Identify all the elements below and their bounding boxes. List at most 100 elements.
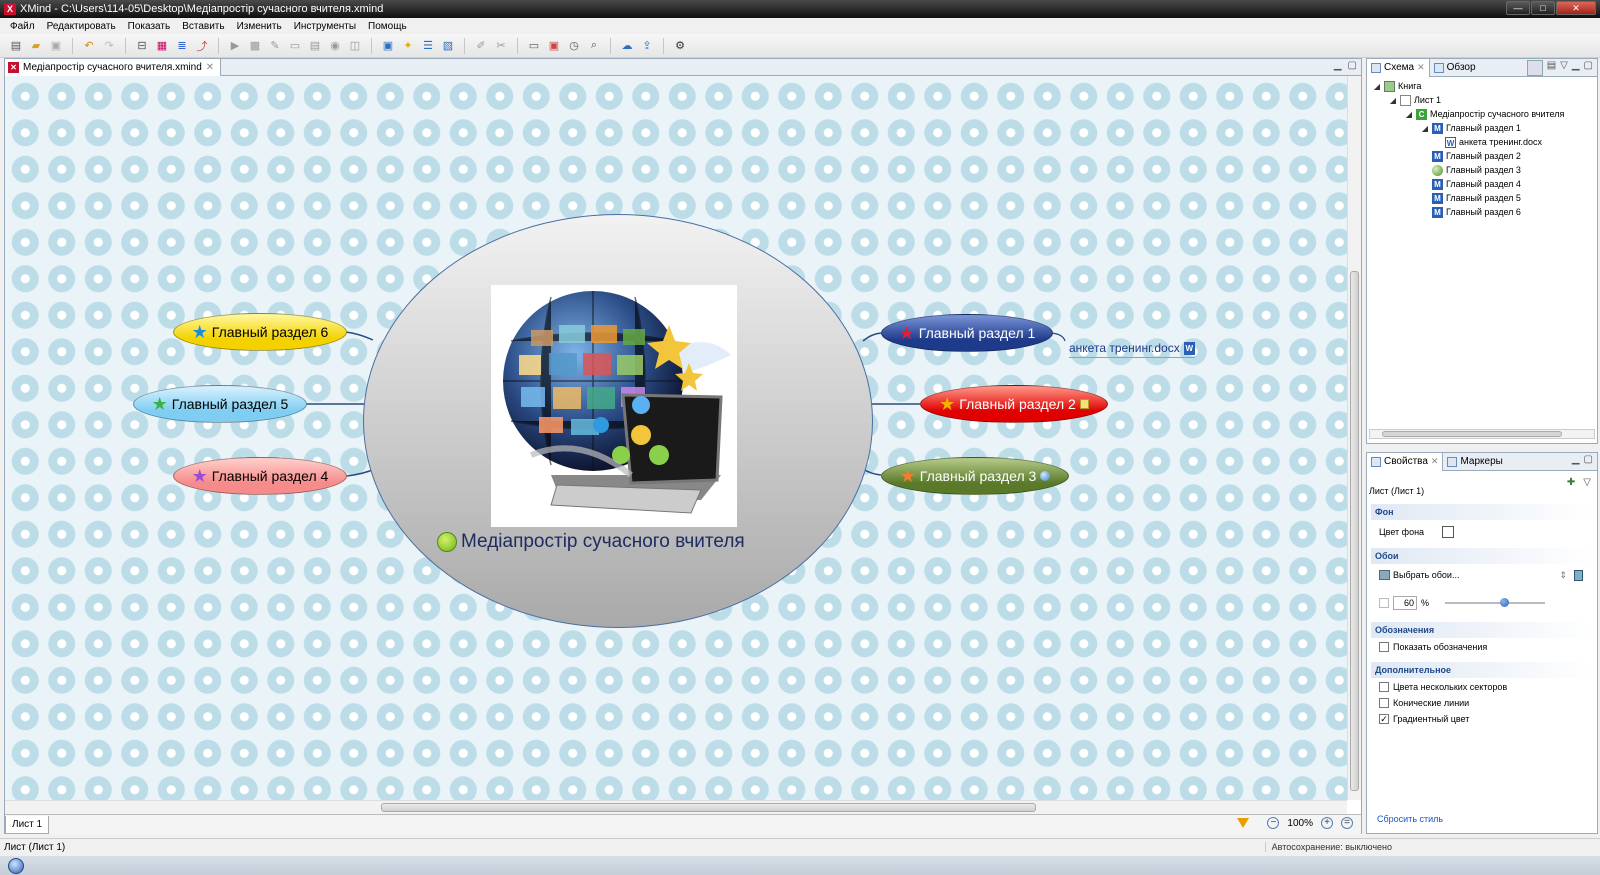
zoom-fit-button[interactable]: = — [1341, 817, 1353, 829]
expand-arrow-icon[interactable]: ◢ — [1405, 110, 1413, 119]
maximize-view-icon[interactable]: ▢ — [1584, 60, 1593, 76]
tree-item-workbook[interactable]: ◢ Книга — [1371, 79, 1597, 93]
multi-sector-colors-checkbox[interactable] — [1379, 682, 1389, 692]
minimize-button[interactable]: — — [1506, 1, 1530, 15]
scroll-thumb[interactable] — [381, 803, 1036, 812]
label-icon[interactable]: ▤ — [307, 38, 323, 54]
subtopic-icon[interactable]: ▦ — [154, 38, 170, 54]
menu-help[interactable]: Помощь — [362, 21, 413, 32]
tree-item-topic[interactable]: M Главный раздел 2 — [1371, 149, 1597, 163]
background-color-picker[interactable] — [1442, 526, 1455, 538]
tree-item-topic[interactable]: M Главный раздел 4 — [1371, 177, 1597, 191]
view-menu-icon[interactable]: ▽ — [1560, 60, 1568, 76]
horizontal-scrollbar[interactable] — [5, 800, 1347, 814]
tab-overview[interactable]: Обзор — [1430, 59, 1480, 77]
topic-main-6[interactable]: ★ Главный раздел 6 — [173, 313, 347, 351]
show-legend-row[interactable]: Показать обозначения — [1379, 642, 1487, 652]
maximize-view-icon[interactable]: ▢ — [1348, 60, 1357, 71]
list-view-icon[interactable]: ▤ — [1547, 60, 1556, 76]
gradient-color-checkbox[interactable]: ✓ — [1379, 714, 1389, 724]
minimize-view-icon[interactable]: ▁ — [1572, 60, 1580, 76]
maximize-button[interactable]: □ — [1531, 1, 1555, 15]
maximize-view-icon[interactable]: ▢ — [1584, 454, 1593, 465]
topic-main-3[interactable]: ★ Главный раздел 3 — [881, 457, 1069, 495]
close-icon[interactable]: ✕ — [1431, 456, 1439, 467]
opacity-slider[interactable] — [1445, 598, 1546, 607]
layout-icon[interactable]: ✦ — [400, 38, 416, 54]
outline-horizontal-scrollbar[interactable] — [1369, 429, 1595, 439]
attachment-icon[interactable]: ✎ — [267, 38, 283, 54]
tab-properties[interactable]: Свойства ✕ — [1367, 452, 1444, 471]
section-advanced[interactable]: Дополнительное — [1371, 662, 1593, 678]
multi-sector-row[interactable]: Цвета нескольких секторов — [1379, 682, 1507, 692]
section-legend[interactable]: Обозначения — [1371, 622, 1593, 638]
tapered-lines-row[interactable]: Конические линии — [1379, 698, 1469, 708]
tab-markers[interactable]: Маркеры — [1443, 453, 1506, 471]
search-icon[interactable]: ⌕ — [586, 38, 602, 54]
scroll-thumb[interactable] — [1382, 431, 1562, 437]
gantt-icon[interactable]: ☰ — [420, 38, 436, 54]
minimize-view-icon[interactable]: ▁ — [1334, 60, 1342, 71]
map-canvas[interactable]: Медіапростір сучасного вчителя ★ Главный… — [5, 76, 1347, 800]
opacity-input[interactable]: 60 — [1393, 596, 1417, 610]
zoom-out-button[interactable]: − — [1267, 817, 1280, 829]
tree-item-topic[interactable]: Главный раздел 3 — [1371, 163, 1597, 177]
show-legend-checkbox[interactable] — [1379, 642, 1389, 652]
menu-file[interactable]: Файл — [4, 21, 41, 32]
trash-icon[interactable] — [1574, 569, 1583, 581]
start-button-icon[interactable] — [8, 858, 24, 874]
filter-icon[interactable] — [1237, 818, 1250, 828]
tree-item-topic[interactable]: M Главный раздел 5 — [1371, 191, 1597, 205]
format-icon[interactable]: ✐ — [473, 38, 489, 54]
section-background[interactable]: Фон — [1371, 504, 1593, 520]
save-icon[interactable]: ▣ — [48, 38, 64, 54]
zoom-in-button[interactable]: + — [1321, 817, 1333, 829]
clock-icon[interactable]: ▣ — [546, 38, 562, 54]
topic-main-5[interactable]: ★ Главный раздел 5 — [133, 385, 307, 423]
topic-main-2[interactable]: ★ Главный раздел 2 — [920, 385, 1108, 423]
image-icon[interactable]: ▩ — [247, 38, 263, 54]
cloud-upload-icon[interactable]: ☁ — [619, 38, 635, 54]
expand-arrow-icon[interactable]: ◢ — [1389, 96, 1397, 105]
topic-main-1[interactable]: ★ Главный раздел 1 — [881, 314, 1053, 352]
share-icon[interactable]: ⇪ — [639, 38, 655, 54]
tree-item-sheet[interactable]: ◢ Лист 1 — [1371, 93, 1597, 107]
tree-view-button[interactable] — [1526, 60, 1543, 76]
vertical-scrollbar[interactable] — [1347, 76, 1361, 800]
zoom-fit-icon[interactable]: ◷ — [566, 38, 582, 54]
map-view-icon[interactable]: ▭ — [526, 38, 542, 54]
close-button[interactable]: ✕ — [1556, 1, 1596, 15]
menu-insert[interactable]: Вставить — [176, 21, 230, 32]
menu-view[interactable]: Показать — [122, 21, 177, 32]
sheet-tab[interactable]: Лист 1 — [5, 815, 50, 834]
editor-tab[interactable]: ✕ Медіапростір сучасного вчителя.xmind ✕ — [5, 59, 222, 76]
insert-topic-icon[interactable]: ⊟ — [134, 38, 150, 54]
menu-tools[interactable]: Инструменты — [288, 21, 362, 32]
open-folder-icon[interactable]: ▰ — [28, 38, 44, 54]
section-wallpaper[interactable]: Обои — [1371, 548, 1593, 564]
reset-style-link[interactable]: Сбросить стиль — [1377, 814, 1443, 824]
scroll-thumb[interactable] — [1350, 271, 1359, 791]
tree-item-topic[interactable]: ◢ M Главный раздел 1 — [1371, 121, 1597, 135]
relationship-icon[interactable]: ≣ — [174, 38, 190, 54]
settings-gear-icon[interactable]: ⚙ — [672, 38, 688, 54]
menu-edit[interactable]: Редактировать — [41, 21, 122, 32]
choose-wallpaper-button[interactable]: Выбрать обои... — [1379, 570, 1459, 580]
tab-outline[interactable]: Схема ✕ — [1367, 58, 1430, 77]
close-icon[interactable]: ✕ — [1417, 62, 1425, 73]
brush-icon[interactable]: ▧ — [440, 38, 456, 54]
outline-view-icon[interactable]: ✂ — [493, 38, 509, 54]
boundary-icon[interactable]: ⤴ — [194, 38, 210, 54]
tapered-lines-checkbox[interactable] — [1379, 698, 1389, 708]
gradient-color-row[interactable]: ✓ Градиентный цвет — [1379, 714, 1469, 724]
minimize-view-icon[interactable]: ▁ — [1572, 454, 1580, 465]
menu-modify[interactable]: Изменить — [231, 21, 288, 32]
new-file-icon[interactable]: ▤ — [8, 38, 24, 54]
tree-item-attachment[interactable]: W анкета тренинг.docx — [1371, 135, 1597, 149]
opacity-slider-knob[interactable] — [1500, 598, 1510, 607]
redo-icon[interactable]: ↷ — [101, 38, 117, 54]
central-topic-title[interactable]: Медіапростір сучасного вчителя — [437, 531, 817, 553]
expand-arrow-icon[interactable]: ◢ — [1421, 124, 1429, 133]
hyperlink-icon[interactable]: ◫ — [347, 38, 363, 54]
idea-icon[interactable]: ▣ — [380, 38, 396, 54]
